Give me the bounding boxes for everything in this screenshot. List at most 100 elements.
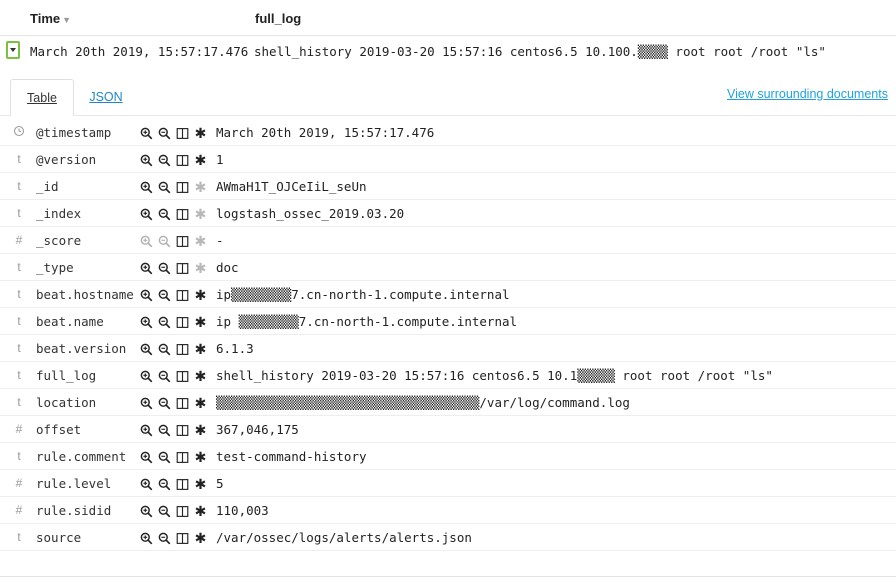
filter-out-value-icon[interactable] xyxy=(157,207,172,222)
field-name: source xyxy=(36,530,82,545)
filter-out-value-icon[interactable] xyxy=(157,396,172,411)
field-value: AWmaH1T_OJCeIiL_seUn xyxy=(216,179,367,194)
filter-out-value-icon[interactable] xyxy=(157,288,172,303)
field-actions: ✱ xyxy=(139,395,208,411)
toggle-column-icon[interactable] xyxy=(175,531,190,546)
field-actions: ✱ xyxy=(139,503,208,519)
filter-for-value-icon[interactable] xyxy=(139,369,154,384)
view-surrounding-documents-link[interactable]: View surrounding documents xyxy=(727,87,888,101)
filter-for-value-icon[interactable] xyxy=(139,504,154,519)
field-value: test-command-history xyxy=(216,449,367,464)
filter-exists-icon[interactable]: ✱ xyxy=(193,287,208,303)
field-value: shell_history 2019-03-20 15:57:16 centos… xyxy=(216,368,773,383)
filter-for-value-icon[interactable] xyxy=(139,153,154,168)
filter-exists-icon[interactable]: ✱ xyxy=(193,449,208,465)
filter-out-value-icon[interactable] xyxy=(157,126,172,141)
field-actions: ✱ xyxy=(139,314,208,330)
filter-for-value-icon[interactable] xyxy=(139,531,154,546)
filter-for-value-icon[interactable] xyxy=(139,261,154,276)
field-row: t source ✱ /var/ossec/logs/alerts/alerts.js… xyxy=(0,524,896,551)
tab-table[interactable]: Table xyxy=(10,79,74,116)
full-log-column-header[interactable]: full_log xyxy=(255,11,301,26)
expand-toggle-icon[interactable] xyxy=(6,41,20,59)
document-time: March 20th 2019, 15:57:17.476 xyxy=(30,44,249,59)
field-actions: ✱ xyxy=(139,206,208,222)
field-row: t _id ✱ AWmaH1T_OJCeIiL_seUn xyxy=(0,173,896,200)
field-value: March 20th 2019, 15:57:17.476 xyxy=(216,125,435,140)
filter-exists-icon[interactable]: ✱ xyxy=(193,503,208,519)
toggle-column-icon[interactable] xyxy=(175,396,190,411)
field-row: t rule.comment ✱ test-command-history xyxy=(0,443,896,470)
filter-out-value-icon[interactable] xyxy=(157,423,172,438)
time-column-header[interactable]: Time ▼ xyxy=(30,11,71,26)
filter-out-value-icon[interactable] xyxy=(157,261,172,276)
filter-exists-icon: ✱ xyxy=(194,259,207,276)
filter-for-value-icon[interactable] xyxy=(139,423,154,438)
filter-for-value-icon[interactable] xyxy=(139,396,154,411)
toggle-column-icon[interactable] xyxy=(175,180,190,195)
divider xyxy=(0,576,896,577)
filter-exists-icon[interactable]: ✱ xyxy=(193,314,208,330)
string-type-icon: t xyxy=(17,152,21,166)
filter-for-value-icon[interactable] xyxy=(139,342,154,357)
toggle-column-icon[interactable] xyxy=(175,369,190,384)
toggle-column-icon[interactable] xyxy=(175,423,190,438)
filter-for-value-icon[interactable] xyxy=(139,207,154,222)
filter-out-value-icon[interactable] xyxy=(157,342,172,357)
field-name: rule.level xyxy=(36,476,112,491)
filter-for-value-icon[interactable] xyxy=(139,477,154,492)
field-name: full_log xyxy=(36,368,97,383)
fields-table: @timestamp ✱ March 20th 2019, 15:57:17.476… xyxy=(0,119,896,551)
filter-exists-icon[interactable]: ✱ xyxy=(193,341,208,357)
filter-exists-icon[interactable]: ✱ xyxy=(193,125,208,141)
toggle-column-icon[interactable] xyxy=(175,450,190,465)
filter-out-value-icon[interactable] xyxy=(157,504,172,519)
filter-exists-icon[interactable]: ✱ xyxy=(193,530,208,546)
document-row[interactable]: March 20th 2019, 15:57:17.476 shell_hist… xyxy=(0,36,896,66)
filter-out-value-icon[interactable] xyxy=(157,180,172,195)
filter-exists-icon[interactable]: ✱ xyxy=(193,422,208,438)
filter-out-value-icon[interactable] xyxy=(157,315,172,330)
clock-icon xyxy=(12,125,26,140)
toggle-column-icon[interactable] xyxy=(175,504,190,519)
string-type-icon: t xyxy=(17,206,21,220)
toggle-column-icon[interactable] xyxy=(175,342,190,357)
string-type-icon: t xyxy=(17,395,21,409)
filter-out-value-icon[interactable] xyxy=(157,477,172,492)
filter-out-value-icon[interactable] xyxy=(157,369,172,384)
filter-out-value-icon[interactable] xyxy=(157,450,172,465)
filter-for-value-icon[interactable] xyxy=(139,126,154,141)
filter-out-value-icon[interactable] xyxy=(157,153,172,168)
field-actions: ✱ xyxy=(139,341,208,357)
field-value: 367,046,175 xyxy=(216,422,299,437)
filter-exists-icon[interactable]: ✱ xyxy=(193,152,208,168)
filter-for-value-icon[interactable] xyxy=(139,288,154,303)
sort-down-icon[interactable]: ▼ xyxy=(62,15,71,25)
filter-exists-icon[interactable]: ✱ xyxy=(193,476,208,492)
filter-exists-icon[interactable]: ✱ xyxy=(193,368,208,384)
field-value: 6.1.3 xyxy=(216,341,254,356)
field-name: rule.comment xyxy=(36,449,127,464)
filter-exists-icon: ✱ xyxy=(194,205,207,222)
filter-for-value-icon[interactable] xyxy=(139,450,154,465)
field-name: _id xyxy=(36,179,59,194)
toggle-column-icon[interactable] xyxy=(175,288,190,303)
filter-out-value-icon[interactable] xyxy=(157,531,172,546)
detail-tabs: Table JSON View surrounding documents xyxy=(0,79,896,116)
toggle-column-icon[interactable] xyxy=(175,207,190,222)
toggle-column-icon[interactable] xyxy=(175,477,190,492)
toggle-column-icon[interactable] xyxy=(175,315,190,330)
table-header: Time ▼ full_log xyxy=(0,0,896,36)
toggle-column-icon[interactable] xyxy=(175,153,190,168)
toggle-column-icon[interactable] xyxy=(175,261,190,276)
filter-for-value-icon[interactable] xyxy=(139,315,154,330)
filter-for-value-icon[interactable] xyxy=(139,180,154,195)
field-name: _index xyxy=(36,206,82,221)
tab-json[interactable]: JSON xyxy=(84,79,128,116)
field-value: 5 xyxy=(216,476,224,491)
filter-exists-icon[interactable]: ✱ xyxy=(193,395,208,411)
toggle-column-icon[interactable] xyxy=(175,126,190,141)
filter-exists-icon: ✱ xyxy=(194,232,207,249)
field-value: logstash_ossec_2019.03.20 xyxy=(216,206,405,221)
toggle-column-icon[interactable] xyxy=(175,234,190,249)
